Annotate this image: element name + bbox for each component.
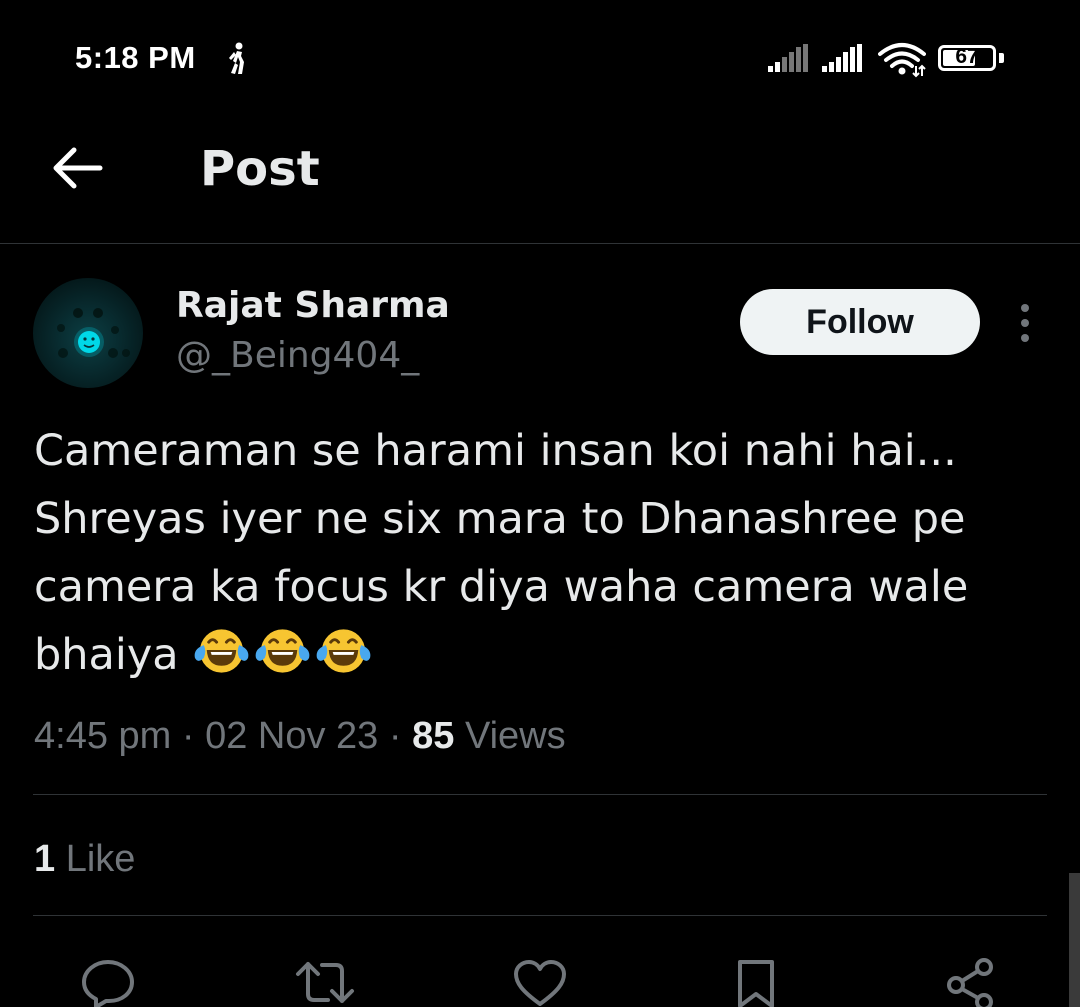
views-label: Views: [464, 715, 566, 757]
bookmark-icon[interactable]: [734, 958, 778, 1007]
post-time: 4:45 pm: [34, 715, 172, 757]
status-time: 5:18 PM: [75, 40, 196, 75]
header-divider: [0, 243, 1080, 244]
like-icon[interactable]: [512, 958, 568, 1007]
arrow-left-icon[interactable]: [50, 145, 104, 191]
avatar[interactable]: [33, 278, 143, 388]
follow-button[interactable]: Follow: [740, 289, 980, 355]
likes-summary[interactable]: 1 Like: [34, 838, 135, 881]
likes-divider: [33, 915, 1047, 916]
battery-percent: 67: [955, 45, 979, 68]
repost-icon[interactable]: [294, 958, 356, 1007]
signal-icon: [822, 44, 862, 72]
face-with-tears-of-joy-icon: 😂: [255, 629, 310, 673]
likes-label: Like: [65, 838, 136, 880]
walking-icon: [229, 42, 244, 74]
post-body: Cameraman se harami insan koi nahi hai..…: [34, 426, 969, 680]
meta-separator: ·: [181, 715, 195, 757]
face-with-tears-of-joy-icon: 😂: [194, 629, 249, 673]
share-icon[interactable]: [944, 958, 996, 1007]
meta-separator: ·: [388, 715, 402, 757]
author-name[interactable]: Rajat Sharma: [176, 285, 450, 326]
post-text: Cameraman se harami insan koi nahi hai..…: [34, 417, 1054, 699]
wifi-icon: [878, 43, 926, 78]
author-handle: @_Being404_: [176, 335, 420, 376]
post-date: 02 Nov 23: [205, 715, 379, 757]
battery-tip: [999, 53, 1004, 63]
battery-icon: 67: [938, 45, 996, 71]
signal-icon: [768, 44, 808, 72]
face-with-tears-of-joy-icon: 😂: [316, 629, 371, 673]
emoji-group: 😂 😂 😂: [192, 623, 375, 699]
post-meta: 4:45 pm · 02 Nov 23 · 85 Views: [34, 715, 566, 758]
reply-icon[interactable]: [80, 958, 136, 1007]
views-count: 85: [412, 715, 455, 757]
more-vertical-icon[interactable]: [1014, 303, 1036, 343]
page-title: Post: [200, 141, 320, 197]
scrollbar[interactable]: [1069, 873, 1080, 1007]
avatar-image: [57, 308, 130, 358]
meta-divider: [33, 794, 1047, 795]
likes-count: 1: [34, 838, 56, 880]
